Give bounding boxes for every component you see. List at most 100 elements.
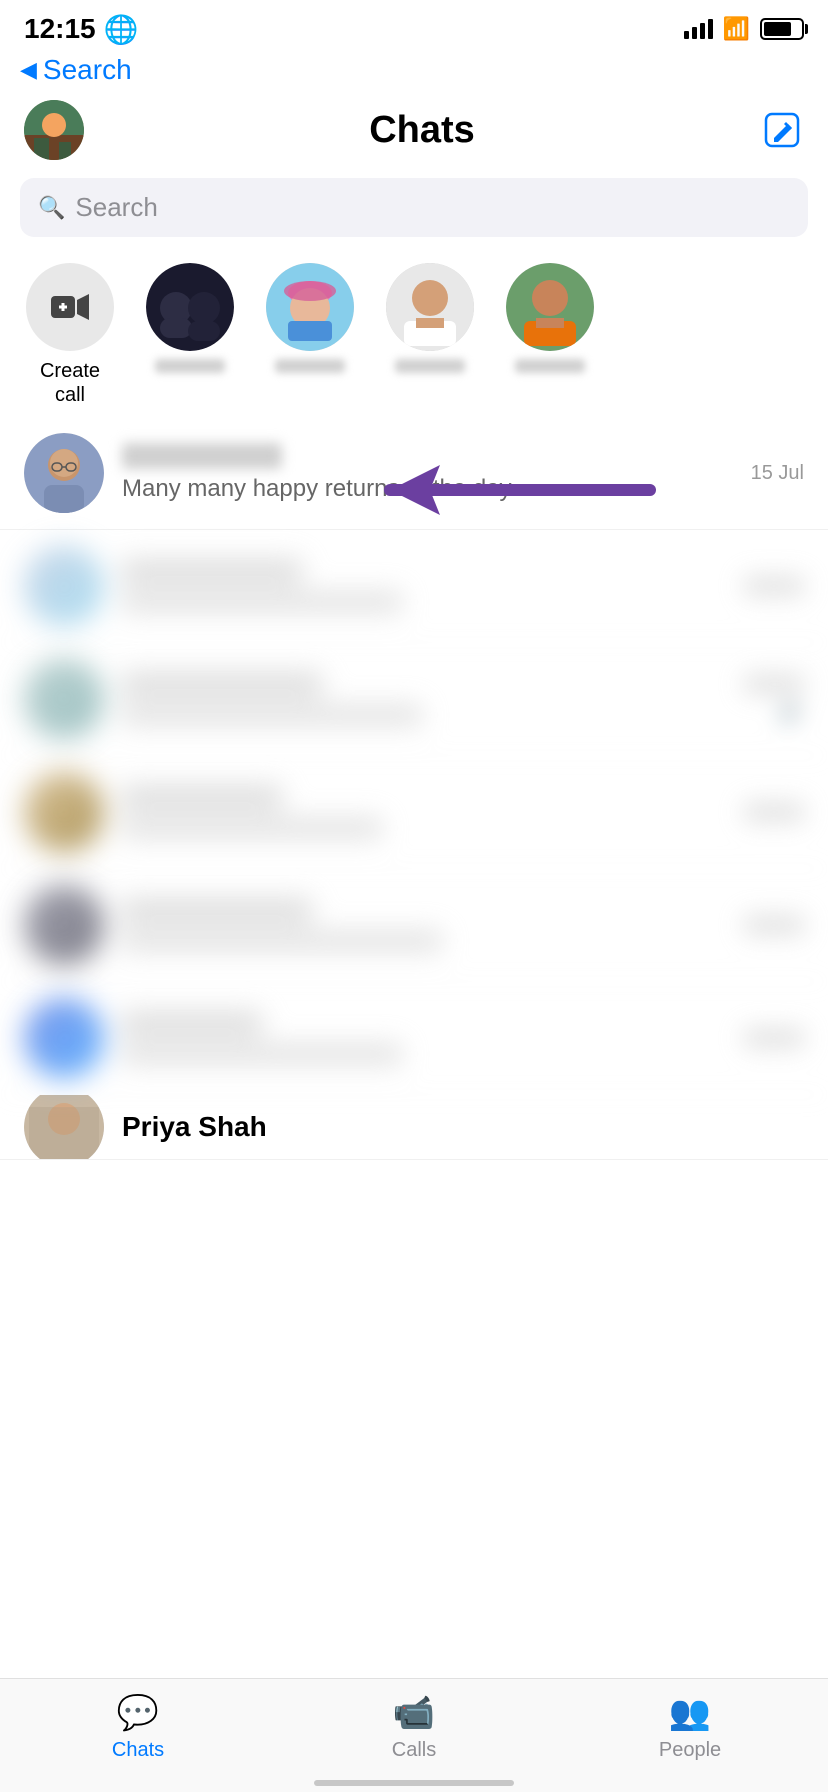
wifi-icon: 📶 — [723, 16, 750, 42]
signal-bars — [684, 19, 713, 39]
story-row: Createcall — [0, 253, 828, 417]
search-placeholder: Search — [75, 192, 157, 223]
chat-list: Many many happy returns of the day· 15 J… — [0, 417, 828, 1160]
globe-icon: 🌐 — [104, 13, 139, 46]
create-call-label: Createcall — [40, 359, 100, 407]
story-avatar-svg-4 — [506, 263, 594, 351]
chat-time-1: 15 Jul — [751, 462, 804, 485]
chat-item-1[interactable]: Many many happy returns of the day· 15 J… — [0, 417, 828, 530]
chat-avatar-svg-1 — [24, 433, 104, 513]
priya-name: Priya Shah — [122, 1111, 804, 1143]
chat-name-2 — [122, 559, 302, 585]
search-bar[interactable]: 🔍 Search — [20, 178, 808, 237]
avatar-svg — [24, 100, 84, 160]
chat-time-3 — [744, 675, 804, 693]
user-avatar[interactable] — [24, 100, 84, 160]
chat-meta-3: 🔊 — [744, 675, 804, 724]
tab-people[interactable]: 👥 People — [610, 1693, 770, 1762]
compose-button[interactable] — [760, 108, 804, 152]
header: Chats — [0, 94, 828, 174]
story-item-2[interactable] — [260, 263, 360, 373]
battery-icon: 75 — [760, 18, 804, 40]
calls-icon: 📹 — [393, 1693, 435, 1733]
search-icon: 🔍 — [38, 195, 65, 221]
story-item-4[interactable] — [500, 263, 600, 373]
chat-avatar-5 — [24, 885, 104, 965]
story-item-1[interactable] — [140, 263, 240, 373]
chat-item-6[interactable] — [0, 982, 828, 1095]
chat-item-5[interactable] — [0, 869, 828, 982]
tab-chats-label: Chats — [112, 1739, 164, 1762]
back-nav[interactable]: ◀ Search — [0, 50, 828, 94]
chat-preview-4 — [122, 817, 382, 839]
story-avatar-3 — [386, 263, 474, 351]
chat-name-5 — [122, 898, 312, 924]
tab-calls-label: Calls — [392, 1739, 436, 1762]
battery-container: 75 — [760, 18, 804, 40]
status-time: 12:15 🌐 — [24, 13, 139, 46]
chat-avatar-3 — [24, 659, 104, 739]
chat-content-2 — [122, 559, 726, 613]
chat-name-3 — [122, 672, 322, 698]
story-avatar-svg-3 — [386, 263, 474, 351]
chat-preview-2 — [122, 591, 402, 613]
chat-time-5 — [744, 916, 804, 934]
avatar-image — [24, 100, 84, 160]
chat-name-1 — [122, 443, 282, 469]
chat-content-3 — [122, 672, 726, 726]
chat-content-6 — [122, 1011, 726, 1065]
priya-avatar — [24, 1095, 104, 1160]
chat-meta-2 — [744, 577, 804, 595]
back-arrow-icon: ◀ — [20, 57, 37, 83]
tab-calls[interactable]: 📹 Calls — [334, 1693, 494, 1762]
priya-avatar-svg — [24, 1095, 104, 1160]
chat-meta-4 — [744, 803, 804, 821]
tab-bar: 💬 Chats 📹 Calls 👥 People — [0, 1678, 828, 1792]
page-title: Chats — [369, 109, 475, 152]
story-avatar-svg-2 — [266, 263, 354, 351]
story-name-2 — [275, 359, 345, 373]
chat-content-5 — [122, 898, 726, 952]
chat-item-4[interactable] — [0, 756, 828, 869]
tab-people-label: People — [659, 1739, 721, 1762]
story-item-3[interactable] — [380, 263, 480, 373]
people-icon: 👥 — [669, 1693, 711, 1733]
story-avatar-svg-1 — [146, 263, 234, 351]
story-avatar-2 — [266, 263, 354, 351]
battery-level: 75 — [776, 23, 788, 35]
search-bar-container: 🔍 Search — [0, 174, 828, 253]
compose-icon — [764, 112, 800, 148]
priya-content: Priya Shah — [122, 1111, 804, 1143]
chat-name-4 — [122, 785, 282, 811]
home-indicator — [314, 1780, 514, 1786]
status-bar: 12:15 🌐 📶 75 — [0, 0, 828, 50]
create-call-circle — [26, 263, 114, 351]
chat-time-6 — [744, 1029, 804, 1047]
time-display: 12:15 — [24, 13, 96, 45]
chat-item-priya[interactable]: Priya Shah — [0, 1095, 828, 1160]
chat-preview-text: Many many happy returns of the day· — [122, 475, 520, 502]
story-name-4 — [515, 359, 585, 373]
story-name-1 — [155, 359, 225, 373]
chat-avatar-4 — [24, 772, 104, 852]
chat-item-2[interactable] — [0, 530, 828, 643]
story-name-3 — [395, 359, 465, 373]
read-tick-3: 🔊 — [779, 699, 804, 724]
chats-icon: 💬 — [117, 1693, 159, 1733]
chat-time-2 — [744, 577, 804, 595]
video-plus-icon — [49, 286, 91, 328]
chat-meta-6 — [744, 1029, 804, 1047]
create-call-item[interactable]: Createcall — [20, 263, 120, 407]
status-icons: 📶 75 — [684, 16, 804, 42]
chat-preview-1: Many many happy returns of the day· — [122, 475, 733, 503]
chat-item-3[interactable]: 🔊 — [0, 643, 828, 756]
story-avatar-4 — [506, 263, 594, 351]
chat-avatar-2 — [24, 546, 104, 626]
chat-time-4 — [744, 803, 804, 821]
chat-meta-1: 15 Jul — [751, 462, 804, 485]
back-label: Search — [43, 54, 132, 86]
chat-preview-3 — [122, 704, 422, 726]
tab-chats[interactable]: 💬 Chats — [58, 1693, 218, 1762]
chat-name-6 — [122, 1011, 262, 1037]
chat-content-4 — [122, 785, 726, 839]
